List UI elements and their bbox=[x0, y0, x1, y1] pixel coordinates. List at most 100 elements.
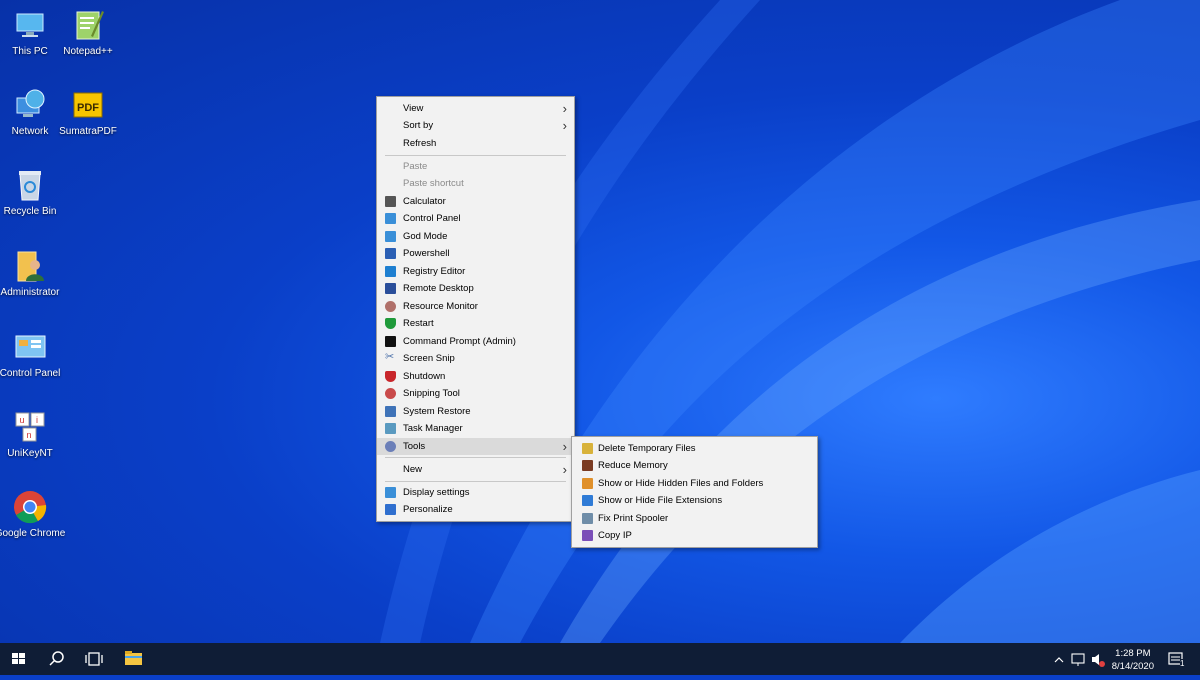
sumatrapdf-icon: PDF bbox=[71, 88, 105, 122]
menu-item-screen-snip[interactable]: ✂ Screen Snip bbox=[377, 350, 574, 367]
tools-icon bbox=[385, 441, 396, 452]
desktop-icon-recycle-bin[interactable]: Recycle Bin bbox=[0, 168, 67, 218]
menu-item-tools[interactable]: Tools › bbox=[377, 438, 574, 455]
task-view-button[interactable] bbox=[76, 643, 112, 675]
menu-item-label: Show or Hide File Extensions bbox=[598, 495, 723, 506]
control-panel-icon bbox=[13, 330, 47, 364]
menu-item-label: Resource Monitor bbox=[403, 301, 478, 312]
desktop-icon-chrome[interactable]: Google Chrome bbox=[0, 490, 67, 540]
submenu-item-reduce-memory[interactable]: Reduce Memory bbox=[572, 457, 817, 474]
menu-separator bbox=[385, 481, 566, 482]
search-icon bbox=[49, 651, 64, 666]
menu-item-label: God Mode bbox=[403, 231, 448, 242]
menu-item-resource-monitor[interactable]: Resource Monitor bbox=[377, 298, 574, 315]
menu-item-label: Fix Print Spooler bbox=[598, 513, 669, 524]
user-folder-icon bbox=[13, 249, 47, 283]
powershell-icon bbox=[385, 248, 396, 259]
menu-item-label: Personalize bbox=[403, 504, 453, 515]
menu-item-label: New bbox=[403, 464, 423, 475]
menu-item-label: Tools bbox=[403, 441, 426, 452]
shield-x-icon bbox=[385, 371, 396, 382]
menu-item-personalize[interactable]: Personalize bbox=[377, 501, 574, 518]
menu-item-command-prompt-admin[interactable]: Command Prompt (Admin) bbox=[377, 333, 574, 350]
desktop-icon-control-panel[interactable]: Control Panel bbox=[0, 330, 67, 380]
chevron-right-icon: › bbox=[562, 118, 567, 133]
menu-item-refresh[interactable]: Refresh bbox=[377, 135, 574, 152]
menu-item-label: Shutdown bbox=[403, 371, 446, 382]
menu-item-label: Sort by bbox=[403, 120, 434, 131]
menu-item-snipping-tool[interactable]: Snipping Tool bbox=[377, 385, 574, 402]
taskbar: 1:28 PM 8/14/2020 1 bbox=[0, 643, 1200, 675]
windows-logo-icon bbox=[12, 653, 25, 664]
printer-icon bbox=[582, 513, 593, 524]
svg-text:PDF: PDF bbox=[77, 102, 99, 114]
registry-icon bbox=[385, 266, 396, 277]
desktop-icon-unikey[interactable]: u in UniKeyNT bbox=[0, 410, 67, 460]
file-explorer-button[interactable] bbox=[115, 643, 151, 675]
network-icon bbox=[13, 88, 47, 122]
menu-item-label: Remote Desktop bbox=[403, 283, 474, 294]
menu-item-label: Delete Temporary Files bbox=[598, 443, 696, 454]
submenu-item-show-hide-file-extensions[interactable]: Show or Hide File Extensions bbox=[572, 492, 817, 509]
start-button[interactable] bbox=[0, 643, 36, 675]
menu-item-control-panel[interactable]: Control Panel bbox=[377, 210, 574, 227]
menu-item-new[interactable]: New › bbox=[377, 461, 574, 478]
tools-submenu: Delete Temporary Files Reduce Memory Sho… bbox=[571, 436, 818, 548]
desktop-icon-label: Google Chrome bbox=[0, 528, 66, 539]
chevron-up-icon bbox=[1054, 657, 1064, 663]
desktop-icon-label: Administrator bbox=[0, 287, 60, 298]
submenu-item-show-hide-hidden-files[interactable]: Show or Hide Hidden Files and Folders bbox=[572, 475, 817, 492]
menu-item-system-restore[interactable]: System Restore bbox=[377, 403, 574, 420]
menu-item-task-manager[interactable]: Task Manager bbox=[377, 420, 574, 437]
menu-item-label: Calculator bbox=[403, 196, 446, 207]
broom-icon bbox=[582, 443, 593, 454]
desktop-icon-notepadpp[interactable]: Notepad++ bbox=[51, 8, 125, 58]
hidden-files-icon bbox=[582, 478, 593, 489]
menu-item-label: Show or Hide Hidden Files and Folders bbox=[598, 478, 764, 489]
snipping-tool-icon bbox=[385, 388, 396, 399]
menu-item-view[interactable]: View › bbox=[377, 100, 574, 117]
unikey-icon: u in bbox=[13, 410, 47, 444]
submenu-item-delete-temporary-files[interactable]: Delete Temporary Files bbox=[572, 440, 817, 457]
file-extensions-icon bbox=[582, 495, 593, 506]
menu-item-registry-editor[interactable]: Registry Editor bbox=[377, 263, 574, 280]
svg-text:n: n bbox=[26, 430, 31, 440]
menu-item-label: Copy IP bbox=[598, 530, 632, 541]
menu-item-remote-desktop[interactable]: Remote Desktop bbox=[377, 280, 574, 297]
menu-item-display-settings[interactable]: Display settings bbox=[377, 484, 574, 501]
submenu-item-fix-print-spooler[interactable]: Fix Print Spooler bbox=[572, 510, 817, 527]
menu-item-label: View bbox=[403, 103, 424, 114]
notepadpp-icon bbox=[71, 8, 105, 42]
chevron-right-icon: › bbox=[562, 101, 567, 116]
desktop-icon-sumatrapdf[interactable]: PDF SumatraPDF bbox=[51, 88, 125, 138]
menu-item-label: Screen Snip bbox=[403, 353, 455, 364]
menu-item-label: Snipping Tool bbox=[403, 388, 460, 399]
menu-item-powershell[interactable]: Powershell bbox=[377, 245, 574, 262]
menu-item-sort-by[interactable]: Sort by › bbox=[377, 117, 574, 134]
task-view-icon bbox=[85, 652, 103, 666]
control-panel-icon bbox=[385, 213, 396, 224]
menu-item-label: Registry Editor bbox=[403, 266, 466, 277]
desktop[interactable]: This PC Notepad++ Network PDF SumatraPDF… bbox=[0, 0, 1200, 643]
desktop-icon-administrator[interactable]: Administrator bbox=[0, 249, 67, 299]
calculator-icon bbox=[385, 196, 396, 207]
action-center-button[interactable]: 1 bbox=[1160, 643, 1190, 675]
menu-item-calculator[interactable]: Calculator bbox=[377, 193, 574, 210]
menu-separator bbox=[385, 155, 566, 156]
search-button[interactable] bbox=[38, 643, 74, 675]
submenu-item-copy-ip[interactable]: Copy IP bbox=[572, 527, 817, 544]
taskbar-clock[interactable]: 1:28 PM 8/14/2020 bbox=[1112, 647, 1154, 673]
remote-desktop-icon bbox=[385, 283, 396, 294]
clock-time: 1:28 PM bbox=[1115, 648, 1151, 659]
menu-item-shutdown[interactable]: Shutdown bbox=[377, 368, 574, 385]
desktop-icon-label: Recycle Bin bbox=[3, 206, 57, 217]
menu-item-restart[interactable]: Restart bbox=[377, 315, 574, 332]
personalize-icon bbox=[385, 504, 396, 515]
cmd-icon bbox=[385, 336, 396, 347]
menu-item-god-mode[interactable]: God Mode bbox=[377, 228, 574, 245]
chrome-icon bbox=[13, 490, 47, 524]
svg-text:i: i bbox=[36, 415, 38, 425]
task-manager-icon bbox=[385, 423, 396, 434]
system-restore-icon bbox=[385, 406, 396, 417]
menu-item-label: Refresh bbox=[403, 138, 437, 149]
